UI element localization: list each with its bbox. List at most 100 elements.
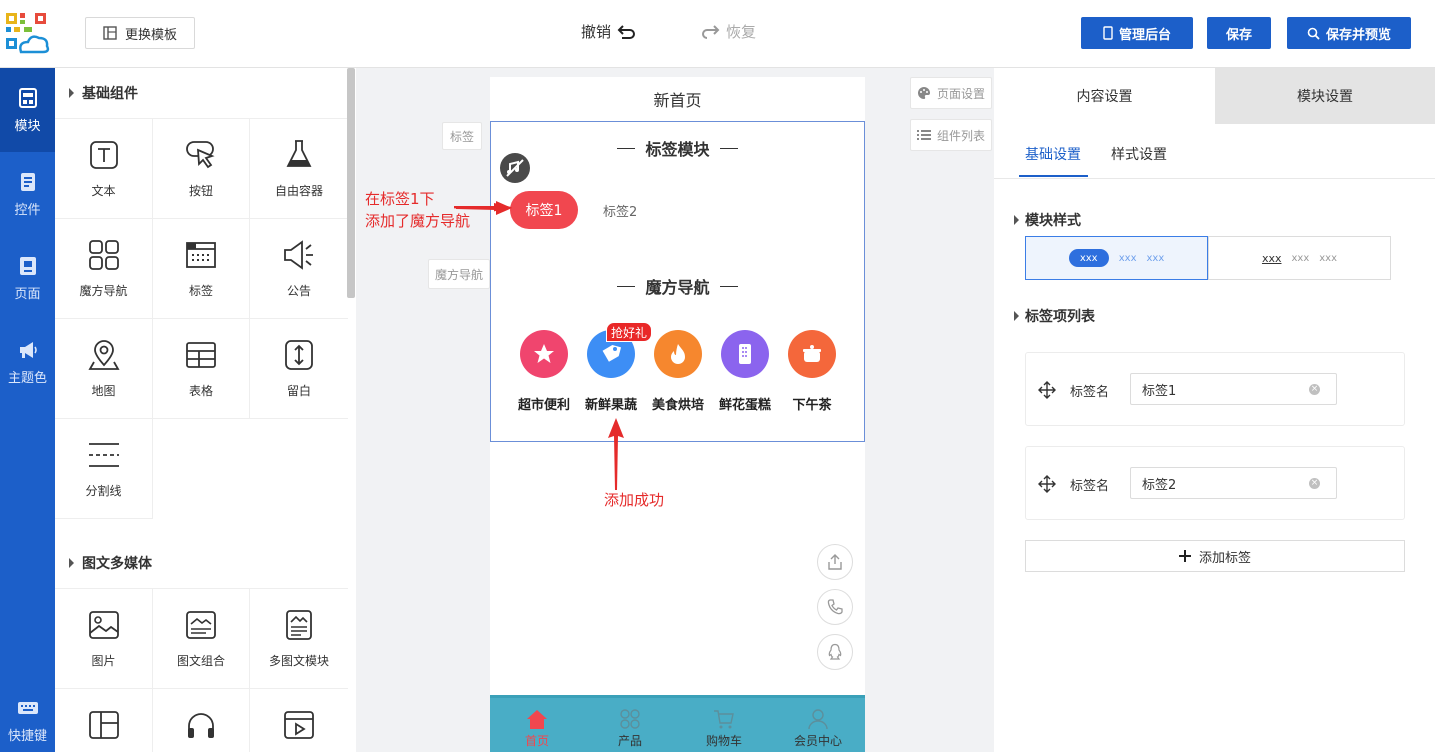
left-rail: 模块 控件 页面 主题色 快捷键 xyxy=(0,68,55,752)
redo-label: 恢复 xyxy=(726,23,757,41)
subtab-style-settings[interactable]: 样式设置 xyxy=(1111,144,1167,164)
tag-name-label: 标签名 xyxy=(1070,479,1110,494)
drag-move-icon[interactable] xyxy=(1038,475,1056,493)
component-notice[interactable]: 公告 xyxy=(250,219,348,319)
add-tag-button[interactable]: 添加标签 xyxy=(1025,540,1405,572)
component-video[interactable]: 视频 xyxy=(250,689,348,752)
save-preview-button[interactable]: 保存并预览 xyxy=(1287,17,1411,49)
spacer-icon xyxy=(285,340,313,370)
tag-1-tab[interactable]: 标签1 xyxy=(510,191,578,229)
page-settings-button[interactable]: 页面设置 xyxy=(910,77,992,109)
nav-item-flowers[interactable]: 鲜花蛋糕 xyxy=(712,330,778,413)
component-label: 图片 xyxy=(91,654,116,668)
rail-item-page[interactable]: 页面 xyxy=(0,236,55,320)
component-image-text[interactable]: 图文组合 xyxy=(153,589,250,689)
component-tag[interactable]: 标签 xyxy=(153,219,250,319)
component-divider[interactable]: 分割线 xyxy=(55,419,153,519)
component-text[interactable]: 文本 xyxy=(55,119,153,219)
component-multi-image-text[interactable]: 多图文模块 xyxy=(250,589,348,689)
keyboard-icon xyxy=(17,701,38,714)
component-button[interactable]: 按钮 xyxy=(153,119,250,219)
component-label: 表格 xyxy=(188,384,213,398)
drag-move-icon[interactable] xyxy=(1038,381,1056,399)
share-button[interactable] xyxy=(817,544,853,580)
component-map[interactable]: 地图 xyxy=(55,319,153,419)
nav-item-afternoon-tea[interactable]: 下午茶 xyxy=(779,330,845,413)
change-template-label: 更换模板 xyxy=(124,27,177,43)
component-list-button[interactable]: 组件列表 xyxy=(910,119,992,151)
component-free-container[interactable]: 自由容器 xyxy=(250,119,348,219)
caret-right-icon xyxy=(69,558,74,568)
rail-item-theme[interactable]: 主题色 xyxy=(0,320,55,404)
tab-products[interactable]: 产品 xyxy=(590,698,670,752)
nav-label: 鲜花蛋糕 xyxy=(718,398,771,413)
home-icon xyxy=(527,710,547,729)
component-image[interactable]: 图片 xyxy=(55,589,153,689)
redo-icon xyxy=(702,24,720,39)
panel-scrollbar[interactable] xyxy=(347,68,355,298)
style-sample-text: xxx xyxy=(1319,252,1338,264)
style-sample-text: xxx xyxy=(1291,252,1310,264)
tag-name-input[interactable]: 标签2 × xyxy=(1130,467,1337,499)
component-puzzle[interactable]: 拼图 xyxy=(55,689,153,752)
cube-nav-side-label[interactable]: 魔方导航 xyxy=(428,259,490,289)
rail-label: 快捷键 xyxy=(7,728,47,744)
headphones-icon xyxy=(188,713,214,738)
subtab-basic-settings[interactable]: 基础设置 xyxy=(1025,144,1081,164)
cube-nav-title: 魔方导航 xyxy=(490,274,865,298)
tab-module-settings[interactable]: 模块设置 xyxy=(1215,68,1435,124)
nav-item-fresh[interactable]: 新鲜果蔬 xyxy=(578,330,644,413)
component-spacer[interactable]: 留白 xyxy=(250,319,348,419)
clear-icon[interactable]: × xyxy=(1309,478,1320,489)
tab-label: 产品 xyxy=(617,734,642,748)
tab-cart[interactable]: 购物车 xyxy=(684,698,764,752)
qq-button[interactable] xyxy=(817,634,853,670)
tab-member[interactable]: 会员中心 xyxy=(778,698,858,752)
tag-name-input[interactable]: 标签1 × xyxy=(1130,373,1337,405)
tab-content-settings[interactable]: 内容设置 xyxy=(994,68,1215,124)
admin-button[interactable]: 管理后台 xyxy=(1081,17,1193,49)
style-option-underline[interactable]: xxx xxx xxx xyxy=(1208,236,1391,280)
style-sample-text: xxx xyxy=(1118,252,1137,264)
nav-item-bakery[interactable]: 美食烘培 xyxy=(645,330,711,413)
hidden-icon[interactable] xyxy=(500,153,530,183)
undo-icon xyxy=(617,24,635,39)
undo-button[interactable]: 撤销 xyxy=(581,21,637,42)
page-settings-label: 页面设置 xyxy=(936,86,985,101)
tag-module-side-label[interactable]: 标签 xyxy=(442,122,482,150)
star-icon xyxy=(520,330,568,378)
nav-label: 超市便利 xyxy=(517,398,570,413)
add-tag-label: 添加标签 xyxy=(1198,550,1251,566)
component-cube-nav[interactable]: 魔方导航 xyxy=(55,219,153,319)
palette-icon xyxy=(917,87,930,99)
component-audio[interactable]: 音频 xyxy=(153,689,250,752)
admin-label: 管理后台 xyxy=(1118,27,1171,43)
phone-page-title: 新首页 xyxy=(653,91,702,110)
style-option-pill[interactable]: xxx xxx xxx xyxy=(1025,236,1208,280)
change-template-button[interactable]: 更换模板 xyxy=(85,17,195,49)
nav-label: 美食烘培 xyxy=(651,398,704,413)
caret-right-icon xyxy=(1014,311,1019,321)
basic-components-header[interactable]: 基础组件 xyxy=(55,68,348,118)
component-table[interactable]: 表格 xyxy=(153,319,250,419)
call-button[interactable] xyxy=(817,589,853,625)
ticket-icon xyxy=(721,330,769,378)
component-label: 魔方导航 xyxy=(79,284,128,298)
page-icon xyxy=(19,256,36,275)
rail-item-module[interactable]: 模块 xyxy=(0,68,55,152)
tab-home[interactable]: 首页 xyxy=(497,698,577,752)
nav-item-supermarket[interactable]: 超市便利 xyxy=(511,330,577,413)
clear-icon[interactable]: × xyxy=(1309,384,1320,395)
tag-2-tab[interactable]: 标签2 xyxy=(603,201,637,220)
component-label: 按钮 xyxy=(188,184,213,198)
save-button[interactable]: 保存 xyxy=(1207,17,1271,49)
component-label: 自由容器 xyxy=(274,184,323,198)
media-components-header[interactable]: 图文多媒体 xyxy=(55,538,348,588)
cart-icon xyxy=(714,710,734,729)
redo-button[interactable]: 恢复 xyxy=(700,21,756,42)
tag-panel-icon xyxy=(186,242,216,268)
rail-item-widget[interactable]: 控件 xyxy=(0,152,55,236)
rail-item-shortcut[interactable]: 快捷键 xyxy=(0,678,55,752)
map-pin-icon xyxy=(87,340,120,370)
component-list-label: 组件列表 xyxy=(936,128,985,143)
